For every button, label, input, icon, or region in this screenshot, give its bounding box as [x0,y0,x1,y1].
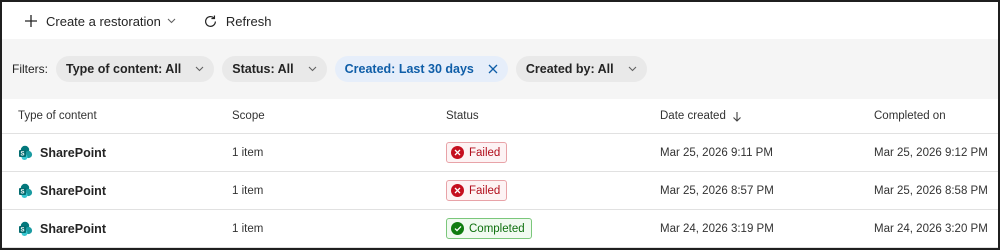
scope-value: 1 item [232,184,264,197]
restorations-table: Type of content Scope Status Date create… [2,99,998,248]
sharepoint-icon: S [18,145,34,161]
date-created-value: Mar 25, 2026 9:11 PM [660,146,773,159]
table-row[interactable]: S SharePoint 1 item Completed Mar 24, 20… [2,210,998,248]
column-header-status[interactable]: Status [446,99,479,133]
refresh-icon [202,12,220,30]
scope-value: 1 item [232,222,264,235]
type-label: SharePoint [40,145,106,160]
filter-bar: Filters: Type of content: All Status: Al… [2,39,998,99]
sharepoint-icon: S [18,183,34,199]
table-header: Type of content Scope Status Date create… [2,99,998,134]
refresh-button[interactable]: Refresh [196,8,278,34]
error-icon [451,184,464,197]
filter-created-by[interactable]: Created by: All [515,56,647,82]
restorations-panel: Create a restoration Refresh Filters: Ty… [0,0,1000,250]
filter-created-label: Created: Last 30 days [344,62,474,76]
column-header-date-created[interactable]: Date created [660,99,742,133]
column-header-scope[interactable]: Scope [232,99,265,133]
scope-value: 1 item [232,146,264,159]
filter-status-label: Status: All [232,62,294,76]
arrow-down-icon [732,111,742,122]
svg-text:S: S [20,151,24,157]
svg-text:S: S [20,227,24,233]
chevron-down-icon [308,66,317,72]
table-row[interactable]: S SharePoint 1 item Failed Mar 25, 2026 … [2,134,998,172]
status-badge: Failed [446,180,508,201]
filter-created-by-label: Created by: All [525,62,614,76]
column-header-completed-on[interactable]: Completed on [874,99,946,133]
type-label: SharePoint [40,221,106,236]
status-badge: Completed [446,218,532,239]
type-label: SharePoint [40,183,106,198]
table-row[interactable]: S SharePoint 1 item Failed Mar 25, 2026 … [2,172,998,210]
status-badge: Failed [446,142,508,163]
filter-status[interactable]: Status: All [222,56,327,82]
chevron-down-icon [195,66,204,72]
column-header-type[interactable]: Type of content [18,99,97,133]
checkmark-icon [451,222,464,235]
filter-type-of-content-label: Type of content: All [66,62,182,76]
create-restoration-button[interactable]: Create a restoration [16,8,182,34]
refresh-label: Refresh [225,13,272,29]
completed-on-value: Mar 25, 2026 9:12 PM [874,146,988,159]
filters-label: Filters: [12,62,48,76]
chevron-down-icon [628,66,637,72]
clear-filter-icon[interactable] [488,64,498,74]
date-created-value: Mar 24, 2026 3:19 PM [660,222,774,235]
sharepoint-icon: S [18,221,34,237]
filter-created[interactable]: Created: Last 30 days [334,56,508,82]
filter-type-of-content[interactable]: Type of content: All [56,56,215,82]
plus-icon [22,12,40,30]
completed-on-value: Mar 24, 2026 3:20 PM [874,222,988,235]
svg-text:S: S [20,189,24,195]
command-bar: Create a restoration Refresh [16,8,277,34]
create-restoration-label: Create a restoration [46,13,161,29]
chevron-down-icon [167,18,176,24]
error-icon [451,146,464,159]
completed-on-value: Mar 25, 2026 8:58 PM [874,184,988,197]
date-created-value: Mar 25, 2026 8:57 PM [660,184,774,197]
